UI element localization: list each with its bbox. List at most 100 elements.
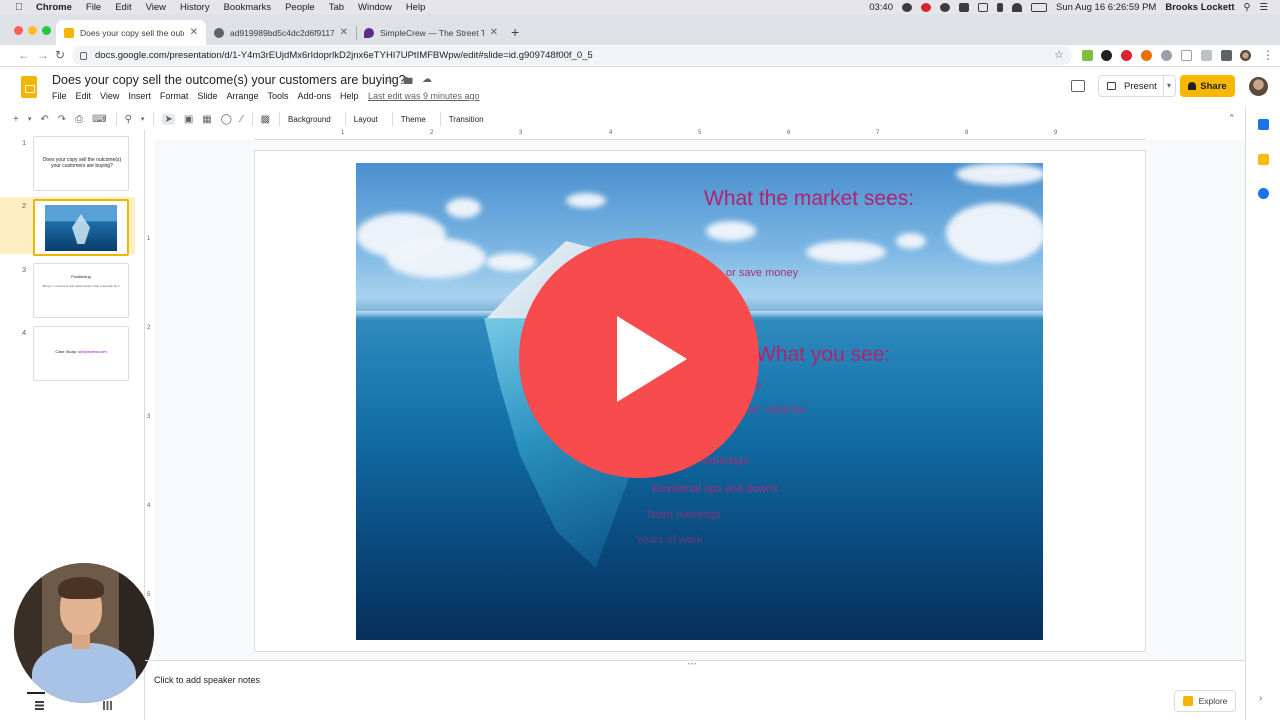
url-text[interactable]: docs.google.com/presentation/d/1-Y4m3rEU… bbox=[95, 50, 593, 61]
text-box-icon[interactable]: ▣ bbox=[184, 114, 193, 125]
menubar-edit[interactable]: Edit bbox=[115, 2, 131, 13]
filmstrip-view-icon[interactable] bbox=[35, 701, 44, 710]
print-icon[interactable]: ⎙ bbox=[75, 114, 83, 125]
extensions-puzzle-icon[interactable] bbox=[1221, 50, 1232, 61]
menu-add-ons[interactable]: Add-ons bbox=[297, 91, 331, 101]
transition-button[interactable]: Transition bbox=[449, 115, 484, 124]
extension-grid-icon[interactable] bbox=[1201, 50, 1212, 61]
extension-shield-icon[interactable] bbox=[1161, 50, 1172, 61]
tasks-icon[interactable] bbox=[1258, 188, 1269, 199]
back-icon[interactable]: ← bbox=[18, 48, 30, 62]
menu-insert[interactable]: Insert bbox=[128, 91, 151, 101]
speaker-notes-field[interactable]: Click to add speaker notes bbox=[154, 675, 260, 685]
extension-orange-icon[interactable] bbox=[1141, 50, 1152, 61]
collapse-toolbar-icon[interactable]: ⌃ bbox=[1228, 113, 1236, 124]
menu-file[interactable]: File bbox=[52, 91, 67, 101]
share-button[interactable]: Share bbox=[1180, 75, 1235, 97]
zoom-icon[interactable]: ⚲ bbox=[125, 114, 132, 125]
menubar-bookmarks[interactable]: Bookmarks bbox=[224, 2, 272, 13]
new-tab-icon[interactable]: + bbox=[511, 24, 519, 40]
slide-text-line[interactable]: Team meetings bbox=[646, 509, 721, 521]
slide-text-line[interactable]: workdays bbox=[702, 455, 748, 467]
select-cursor-icon[interactable]: ➤ bbox=[162, 113, 175, 125]
paint-format-icon[interactable]: ⌨ bbox=[92, 114, 106, 125]
close-window-icon[interactable] bbox=[14, 26, 23, 35]
google-slides-logo-icon[interactable] bbox=[21, 76, 37, 98]
keep-icon[interactable] bbox=[1258, 154, 1269, 165]
calendar-icon[interactable] bbox=[1258, 119, 1269, 130]
new-slide-icon[interactable]: + bbox=[13, 114, 19, 125]
menu-slide[interactable]: Slide bbox=[197, 91, 217, 101]
menu-tools[interactable]: Tools bbox=[267, 91, 288, 101]
cloud-saved-icon[interactable]: ☁ bbox=[422, 74, 432, 85]
slide-thumbnail-2[interactable] bbox=[33, 199, 129, 256]
slide-text-line[interactable]: Emotional ups and downs bbox=[652, 483, 778, 495]
wifi-icon[interactable] bbox=[1011, 2, 1022, 12]
browser-tab-3[interactable]: SimpleCrew — The Street Team ✕ bbox=[356, 20, 506, 45]
spotlight-icon[interactable]: ⚲ bbox=[1244, 2, 1251, 13]
line-icon[interactable]: ∕ bbox=[241, 114, 243, 125]
grid-view-icon[interactable] bbox=[103, 701, 112, 710]
slide-thumbnail-1[interactable]: Does your copy sell the outcome(s) your … bbox=[33, 136, 129, 191]
close-tab-icon[interactable]: ✕ bbox=[490, 27, 498, 38]
shape-icon[interactable]: ◯ bbox=[221, 114, 232, 125]
background-button[interactable]: Background bbox=[288, 115, 331, 124]
chrome-menu-icon[interactable]: ⋮ bbox=[1262, 48, 1274, 62]
last-edit-link[interactable]: Last edit was 9 minutes ago bbox=[368, 91, 480, 101]
record-icon[interactable] bbox=[920, 2, 931, 12]
slide-heading-market[interactable]: What the market sees: bbox=[704, 187, 914, 211]
menubar-tab[interactable]: Tab bbox=[329, 2, 344, 13]
control-center-icon[interactable]: ☰ bbox=[1259, 2, 1268, 13]
close-tab-icon[interactable]: ✕ bbox=[340, 27, 348, 38]
comment-history-icon[interactable] bbox=[1071, 80, 1085, 92]
browser-tab-slides[interactable]: Does your copy sell the outcome(s) your … bbox=[56, 20, 206, 45]
address-bar[interactable]: docs.google.com/presentation/d/1-Y4m3rEU… bbox=[72, 46, 1072, 65]
lock-icon[interactable] bbox=[80, 51, 87, 60]
slide-text-line[interactable]: Years of work bbox=[636, 534, 702, 546]
slide-heading-you[interactable]: What you see: bbox=[756, 343, 890, 367]
menu-view[interactable]: View bbox=[100, 91, 119, 101]
extension-leaf-icon[interactable] bbox=[1082, 50, 1093, 61]
extension-page-icon[interactable] bbox=[1181, 50, 1192, 61]
expand-side-panel-icon[interactable]: › bbox=[1259, 693, 1262, 704]
present-button[interactable]: Present ▾ bbox=[1098, 75, 1176, 97]
reload-icon[interactable]: ↻ bbox=[55, 48, 65, 62]
menubar-window[interactable]: Window bbox=[358, 2, 392, 13]
menubar-clock[interactable]: Sun Aug 16 6:26:59 PM bbox=[1056, 2, 1156, 13]
minimize-window-icon[interactable] bbox=[28, 26, 37, 35]
forward-icon[interactable]: → bbox=[37, 48, 49, 62]
image-icon[interactable]: ▦ bbox=[202, 114, 211, 125]
video-play-button[interactable] bbox=[519, 238, 759, 478]
present-dropdown-icon[interactable]: ▾ bbox=[1162, 76, 1171, 96]
explore-button[interactable]: Explore bbox=[1174, 690, 1236, 712]
slide-thumbnail-4[interactable]: Case Study: simplecrew.com bbox=[33, 326, 129, 381]
menu-help[interactable]: Help bbox=[340, 91, 359, 101]
theme-button[interactable]: Theme bbox=[401, 115, 426, 124]
browser-tab-2[interactable]: ad919989bd5c4dc2d6f9117cf ✕ bbox=[206, 20, 356, 45]
presentation-title[interactable]: Does your copy sell the outcome(s) your … bbox=[52, 73, 406, 87]
maximize-window-icon[interactable] bbox=[42, 26, 51, 35]
extension-red-icon[interactable] bbox=[1121, 50, 1132, 61]
menubar-help[interactable]: Help bbox=[406, 2, 426, 13]
pause-icon[interactable] bbox=[901, 2, 912, 12]
redo-icon[interactable]: ↷ bbox=[58, 114, 66, 125]
extension-cloud-icon[interactable] bbox=[1101, 50, 1112, 61]
screen-mirror-icon[interactable] bbox=[977, 2, 988, 12]
bookmark-star-icon[interactable]: ☆ bbox=[1054, 48, 1064, 61]
slide-text-line[interactable]: e bbox=[756, 380, 762, 392]
add-comment-icon[interactable]: ▩ bbox=[261, 114, 270, 125]
slide-thumbnail-3[interactable]: Positioning Bring in: customers and rela… bbox=[33, 263, 129, 318]
menubar-file[interactable]: File bbox=[86, 2, 101, 13]
close-tab-icon[interactable]: ✕ bbox=[190, 27, 198, 38]
menubar-app-name[interactable]: Chrome bbox=[36, 2, 72, 13]
layout-button[interactable]: Layout bbox=[354, 115, 378, 124]
menubar-history[interactable]: History bbox=[180, 2, 210, 13]
slide-text-line[interactable]: or save money bbox=[726, 267, 798, 279]
chrome-profile-avatar[interactable] bbox=[1240, 50, 1251, 61]
menu-format[interactable]: Format bbox=[160, 91, 189, 101]
star-icon[interactable]: ☆ bbox=[385, 74, 394, 85]
account-avatar[interactable] bbox=[1249, 77, 1268, 96]
undo-icon[interactable]: ↶ bbox=[40, 114, 48, 125]
battery-icon[interactable] bbox=[1030, 2, 1047, 12]
move-folder-icon[interactable]: 🖿 bbox=[403, 74, 413, 91]
